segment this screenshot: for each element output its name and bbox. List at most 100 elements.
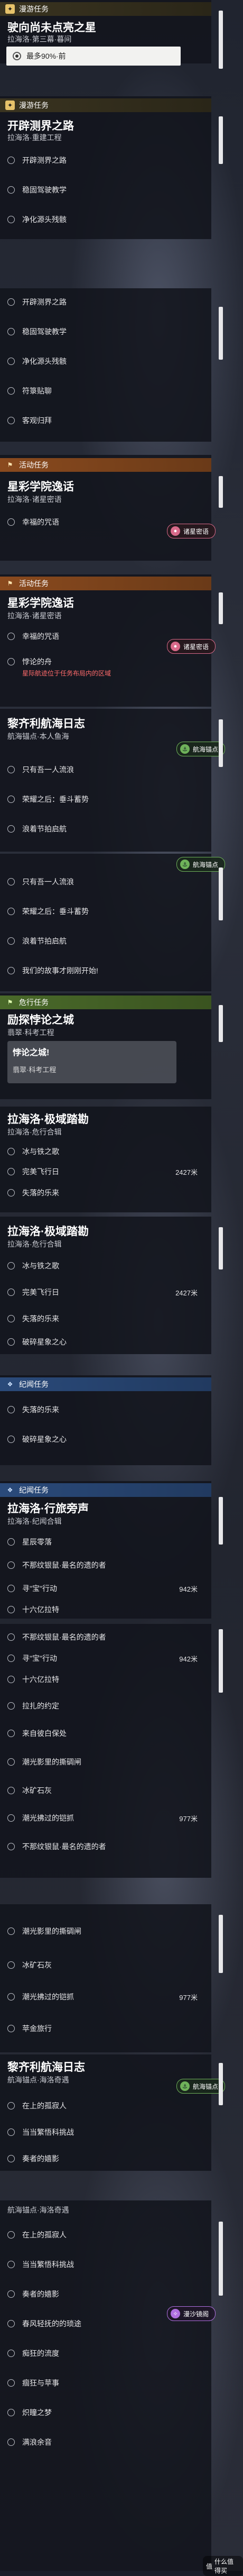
- scrollbar[interactable]: [219, 476, 223, 508]
- objective-item[interactable]: 十六亿拉特: [7, 1602, 203, 1618]
- scrollbar[interactable]: [219, 592, 223, 624]
- circle-icon: [7, 1843, 15, 1850]
- objective-item[interactable]: 潮光拂过的铠抓 977米: [7, 1989, 203, 2005]
- circle-icon: [7, 878, 15, 885]
- quest-title[interactable]: 励探悖论之城: [7, 1011, 74, 1027]
- objective-item[interactable]: 浪着节拍启航: [7, 933, 203, 949]
- objective-item[interactable]: 净化源头残骸: [7, 212, 203, 227]
- quest-title[interactable]: 拉海洛·极域踏勘: [7, 1111, 89, 1127]
- objective-item[interactable]: 完美飞行日 2427米: [7, 1164, 203, 1180]
- scrollbar[interactable]: [219, 1227, 223, 1269]
- objective-item[interactable]: 潮光影里的撕碉闸: [7, 1754, 203, 1770]
- quest-title[interactable]: 黎齐利航海日志: [7, 715, 85, 731]
- location-badge[interactable]: ⚓ 航海锚点: [176, 2079, 226, 2094]
- objective-item[interactable]: 十六亿拉特: [7, 1671, 203, 1687]
- objective-item[interactable]: 拉扎的约定: [7, 1698, 203, 1714]
- circle-icon: [7, 1787, 15, 1794]
- quest-title[interactable]: 黎齐利航海日志: [7, 2059, 85, 2075]
- quest-subtitle: 翡翠·科考工程: [7, 1028, 54, 1037]
- scrollbar[interactable]: [219, 2222, 223, 2296]
- objective-item[interactable]: 破碎星象之心: [7, 1334, 203, 1350]
- distance-label: 977米: [179, 1993, 198, 2002]
- objective-item[interactable]: 符箓贴聊: [7, 383, 203, 399]
- objective-item[interactable]: 在上的孤寂人: [7, 2098, 203, 2114]
- objective-item[interactable]: 当当繁悟科挑战: [7, 2257, 203, 2272]
- scrollbar[interactable]: [219, 116, 223, 164]
- objective-item[interactable]: 完美飞行日 2427米: [7, 1284, 203, 1300]
- location-badge[interactable]: ⚓ 航海锚点: [176, 742, 226, 756]
- circle-icon: [7, 658, 15, 665]
- objective-item[interactable]: 奏者的嬉影: [7, 2286, 203, 2302]
- quest-title[interactable]: 开辟测界之路: [7, 117, 74, 133]
- location-badge[interactable]: ● 诸星密语: [167, 639, 216, 654]
- objective-item[interactable]: 星辰零落: [7, 1534, 203, 1550]
- objective-item[interactable]: 不那纹银鼠·最名的遗的者: [7, 1557, 203, 1573]
- objective-item[interactable]: 冰矿石灰: [7, 1783, 203, 1798]
- quest-title[interactable]: 星彩学院逸话: [7, 595, 74, 610]
- scrollbar[interactable]: [219, 1915, 223, 1973]
- objective-item[interactable]: 失落的乐来: [7, 1402, 203, 1418]
- objective-item[interactable]: 来自彼白保处: [7, 1725, 203, 1741]
- objective-item[interactable]: 冰矿石灰: [7, 1957, 203, 1973]
- location-badge[interactable]: ⚓ 航海锚点: [176, 857, 226, 872]
- objective-item[interactable]: 奏者的嬉影: [7, 2151, 203, 2167]
- selected-objective[interactable]: 最多90%·前: [6, 47, 181, 66]
- objective-item[interactable]: 净化源头残骸: [7, 353, 203, 369]
- radio-icon: [13, 52, 21, 60]
- popup-title: 悖论之城!: [13, 1048, 50, 1057]
- objective-item[interactable]: 只有吾一人流浪: [7, 874, 203, 890]
- scrollbar[interactable]: [219, 2063, 223, 2105]
- objective-item[interactable]: 寻"宝"行动 942米: [7, 1581, 203, 1596]
- watermark: 值什么值得买: [203, 2556, 243, 2576]
- quest-subtitle: 拉海洛·危行合辑: [7, 1240, 62, 1248]
- circle-icon: [7, 1338, 15, 1346]
- objective-item[interactable]: 破碎星象之心: [7, 1431, 203, 1447]
- objective-item[interactable]: 失落的乐来: [7, 1185, 203, 1201]
- distance-label: 2427米: [175, 1289, 198, 1297]
- quest-title[interactable]: 驶向尚未点亮之星: [7, 19, 96, 35]
- scrollbar[interactable]: [219, 1497, 223, 1545]
- circle-icon: [7, 1436, 15, 1443]
- circle-icon: [7, 2261, 15, 2268]
- objective-item[interactable]: 当当繁悟科挑战: [7, 2124, 203, 2140]
- objective-item[interactable]: 潮光影里的撕碉闸: [7, 1923, 203, 1939]
- pin-icon: ●: [171, 642, 180, 651]
- objective-item[interactable]: 寻"宝"行动 942米: [7, 1650, 203, 1666]
- objective-item[interactable]: 荣耀之后：垂斗蓄势: [7, 791, 203, 807]
- objective-item[interactable]: 浪着节拍启航: [7, 821, 203, 837]
- quest-title[interactable]: 星彩学院逸话: [7, 478, 74, 494]
- objective-item[interactable]: 稳固驾驶教学: [7, 182, 203, 198]
- objective-item[interactable]: 痴狂的流度: [7, 2345, 203, 2361]
- objective-item[interactable]: 客观归拜: [7, 413, 203, 428]
- objective-item[interactable]: 开辟测界之路: [7, 294, 203, 310]
- scrollbar[interactable]: [219, 1629, 223, 1693]
- quest-subtitle: 航海锚点·本人鱼海: [7, 732, 69, 741]
- objective-item[interactable]: 满浪余音: [7, 2434, 203, 2450]
- circle-icon: [7, 633, 15, 640]
- circle-icon: [7, 2409, 15, 2416]
- objective-item[interactable]: 炽瞳之梦: [7, 2405, 203, 2420]
- objective-item[interactable]: 在上的孤寂人: [7, 2227, 203, 2243]
- scrollbar[interactable]: [219, 1005, 223, 1042]
- objective-item[interactable]: 开辟测界之路: [7, 152, 203, 168]
- quest-title[interactable]: 拉海洛·行旅旁声: [7, 1500, 89, 1516]
- scrollbar[interactable]: [219, 307, 223, 360]
- objective-item[interactable]: 只有吾一人流浪: [7, 762, 203, 778]
- objective-item[interactable]: 我们的故事才刚刚开始!: [7, 963, 203, 979]
- objective-item[interactable]: 失落的乐来: [7, 1311, 203, 1327]
- objective-item[interactable]: 不那纹银鼠·最名的遗的者: [7, 1629, 203, 1645]
- objective-item[interactable]: 冰与铁之歌: [7, 1258, 203, 1274]
- objective-item[interactable]: 不那纹银鼠·最名的遗的者: [7, 1839, 203, 1855]
- objective-item[interactable]: 冰与铁之歌: [7, 1144, 203, 1159]
- scrollbar[interactable]: [219, 11, 223, 69]
- quest-title[interactable]: 拉海洛·极域踏勘: [7, 1223, 89, 1239]
- objective-item[interactable]: 潮光拂过的铠抓 977米: [7, 1810, 203, 1826]
- objective-item[interactable]: 稳固驾驶教学: [7, 324, 203, 340]
- objective-item[interactable]: 痼狂与苹事: [7, 2375, 203, 2391]
- scrollbar[interactable]: [219, 867, 223, 920]
- objective-item[interactable]: 苹金旅行: [7, 2021, 203, 2036]
- location-badge[interactable]: ● 诸星密语: [167, 524, 216, 538]
- location-badge[interactable]: ✧ 漫沙镜阁: [167, 2306, 216, 2321]
- objective-item[interactable]: 荣耀之后：垂斗蓄势: [7, 903, 203, 919]
- scrollbar[interactable]: [219, 719, 223, 767]
